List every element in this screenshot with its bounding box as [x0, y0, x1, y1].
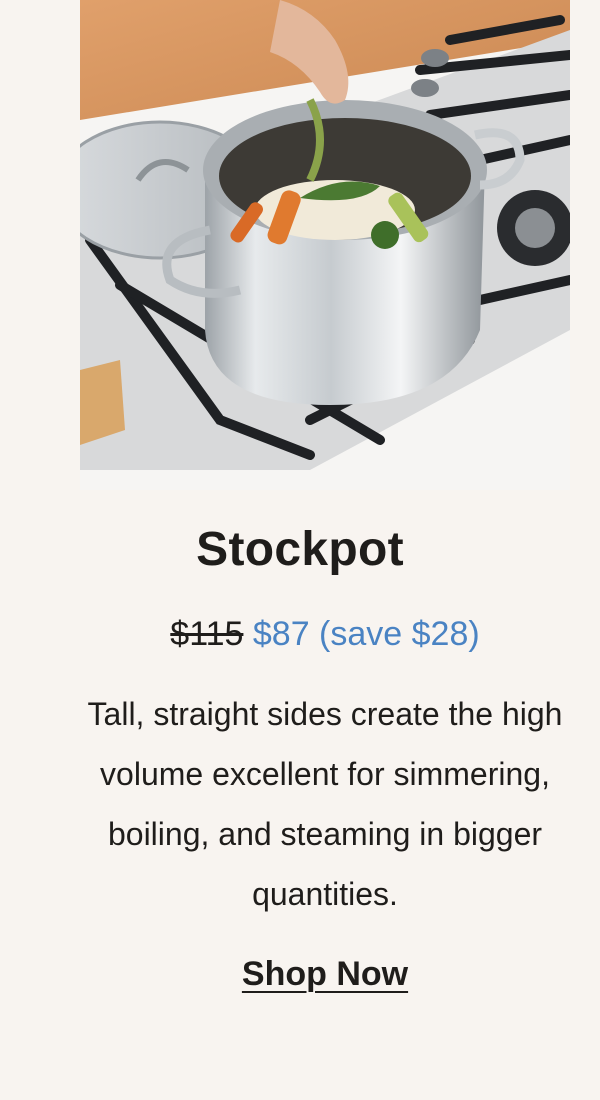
- shop-now-container: Shop Now: [0, 946, 600, 1002]
- product-image[interactable]: [80, 0, 570, 490]
- sale-price: $87 (save $28): [252, 615, 480, 653]
- price-row: $115 $87 (save $28): [0, 610, 600, 658]
- stockpot-photo-illustration: [80, 0, 570, 490]
- product-description: Tall, straight sides create the high vol…: [87, 696, 563, 912]
- shop-now-link[interactable]: Shop Now: [242, 955, 408, 993]
- original-price: $115: [170, 615, 244, 653]
- product-title: Stockpot: [196, 523, 404, 576]
- product-card: Stockpot $115 $87 (save $28) Tall, strai…: [0, 0, 600, 1100]
